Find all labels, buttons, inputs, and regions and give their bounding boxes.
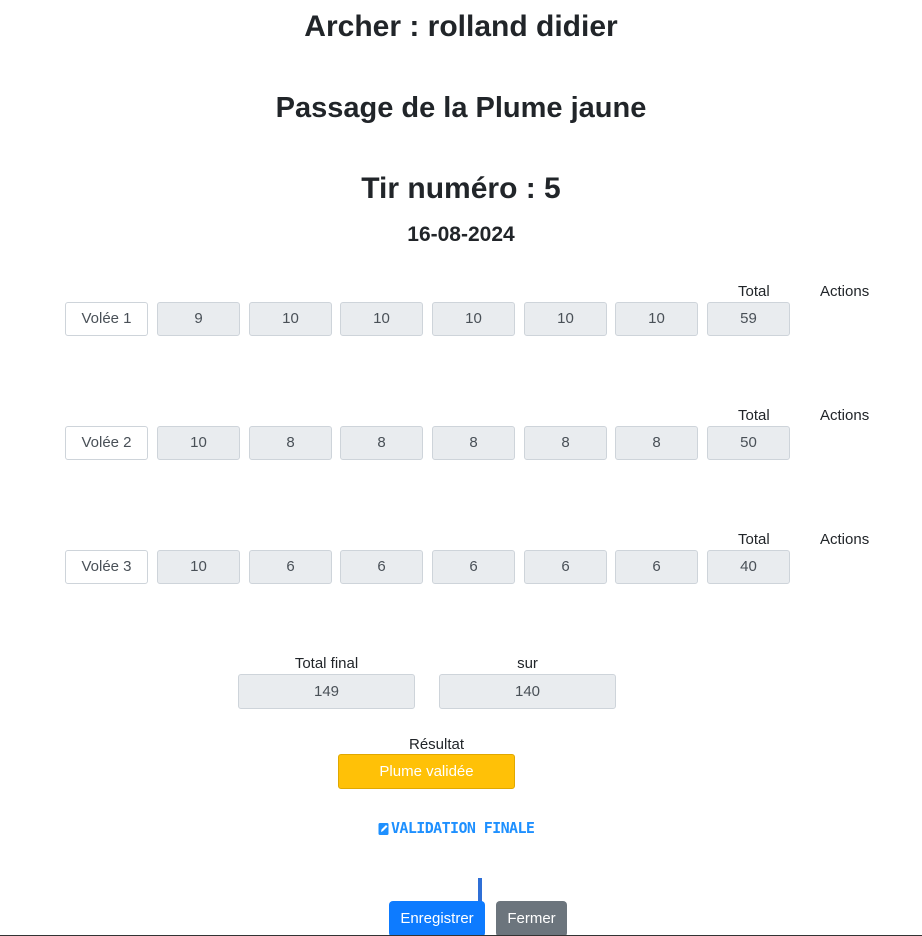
score-field: 10 [340,302,423,336]
score-field: 6 [432,550,515,584]
volee-total-field: 59 [707,302,790,336]
total-final-field: 149 [238,674,415,709]
save-button[interactable]: Enregistrer [389,901,485,936]
score-field: 6 [524,550,607,584]
volee-total-field: 40 [707,550,790,584]
score-field: 8 [249,426,332,460]
score-field: 10 [615,302,698,336]
validation-finale-link[interactable]: VALIDATION FINALE [378,818,535,838]
score-field: 10 [157,550,240,584]
score-field: 6 [615,550,698,584]
close-button[interactable]: Fermer [496,901,567,936]
pencil-square-icon [378,821,389,836]
actions-header: Actions [820,407,870,424]
actions-header: Actions [820,283,870,300]
volee-2-button[interactable]: Volée 2 [65,426,148,460]
score-field: 8 [524,426,607,460]
tir-date: 16-08-2024 [407,223,515,246]
total-header: Total [738,407,770,424]
tir-number-title: Tir numéro : 5 [361,172,561,205]
actions-header: Actions [820,531,870,548]
score-field: 10 [524,302,607,336]
score-field: 9 [157,302,240,336]
result-badge: Plume validée [338,754,515,789]
score-field: 6 [249,550,332,584]
score-field: 10 [157,426,240,460]
score-field: 6 [340,550,423,584]
sur-field: 140 [439,674,616,709]
score-field: 10 [249,302,332,336]
archer-title: Archer : rolland didier [304,10,618,43]
volee-1-button[interactable]: Volée 1 [65,302,148,336]
validation-finale-label: VALIDATION FINALE [391,819,535,837]
total-header: Total [738,283,770,300]
result-label: Résultat [408,736,465,753]
score-field: 10 [432,302,515,336]
volee-total-field: 50 [707,426,790,460]
volee-3-button[interactable]: Volée 3 [65,550,148,584]
passage-title: Passage de la Plume jaune [275,92,647,124]
score-field: 8 [340,426,423,460]
sur-label: sur [517,655,538,672]
score-field: 8 [432,426,515,460]
score-field: 8 [615,426,698,460]
total-final-label: Total final [294,655,359,672]
total-header: Total [738,531,770,548]
